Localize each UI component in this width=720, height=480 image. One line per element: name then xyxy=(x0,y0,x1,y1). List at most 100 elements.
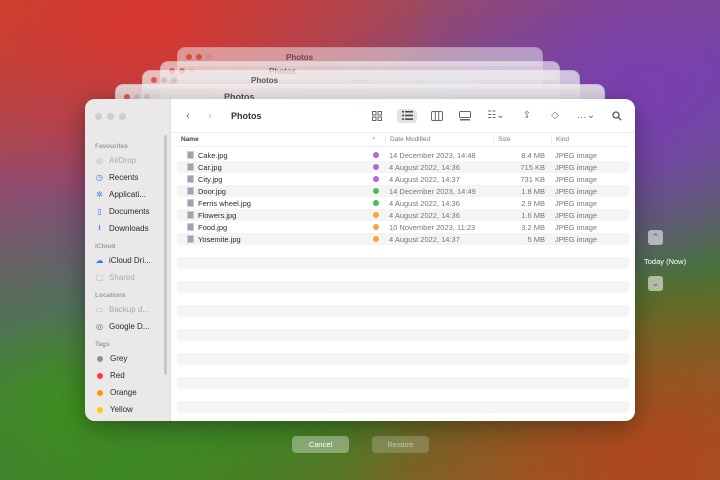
tag-color-dot xyxy=(373,152,379,158)
date-cell: 4 August 2022, 14:36 xyxy=(389,162,460,172)
sidebar-item-downloads[interactable]: ⭳ Downloads xyxy=(85,220,170,237)
zoom-button[interactable] xyxy=(119,113,126,120)
kind-cell: JPEG image xyxy=(555,222,598,232)
table-row[interactable]: Flowers.jpg 4 August 2022, 14:36 1.6 MB JPE… xyxy=(177,209,629,221)
sidebar-item-label: Red xyxy=(110,371,125,380)
date-cell: 14 December 2023, 14:48 xyxy=(389,150,476,160)
date-cell: 14 December 2023, 14:49 xyxy=(389,186,476,196)
tag-color-dot xyxy=(373,200,379,206)
date-cell: 4 August 2022, 14:37 xyxy=(389,234,460,244)
size-cell: 731 KB xyxy=(520,174,545,184)
file-name-cell: Car.jpg xyxy=(177,163,367,172)
search-icon[interactable] xyxy=(609,109,625,123)
sidebar-section-favourites: Favourites xyxy=(95,143,128,150)
sidebar-section-icloud: iCloud xyxy=(95,243,116,250)
empty-row xyxy=(177,257,629,269)
sidebar-section-tags: Tags xyxy=(95,341,110,348)
sidebar-item-tag-red[interactable]: Red xyxy=(85,367,170,384)
table-row[interactable]: Car.jpg 4 August 2022, 14:36 715 KB JPEG im… xyxy=(177,161,629,173)
column-header-size[interactable]: Size xyxy=(493,136,551,143)
document-icon: ▯ xyxy=(97,207,102,216)
table-row[interactable]: Ferris wheel.jpg 4 August 2022, 14:36 2.9 … xyxy=(177,197,629,209)
kind-cell: JPEG image xyxy=(555,198,598,208)
file-name-cell: Food.jpg xyxy=(177,223,367,232)
chevron-down-icon: ⌄ xyxy=(651,278,660,288)
sidebar-item-tag-orange[interactable]: Orange xyxy=(85,384,170,401)
table-row[interactable]: City.jpg 4 August 2022, 14:37 731 KB JPEG i… xyxy=(177,173,629,185)
image-thumbnail-icon xyxy=(187,187,194,195)
sidebar-item-label: Yellow xyxy=(110,405,133,414)
sidebar-item-applications[interactable]: ✲ Applicati... xyxy=(85,186,170,203)
tag-icon[interactable]: ◇ xyxy=(547,109,563,123)
sidebar: Favourites ◎ AirDrop ◷ Recents ✲ Applica… xyxy=(85,99,171,421)
airdrop-icon: ◎ xyxy=(96,156,103,165)
column-header-date[interactable]: Date Modified xyxy=(385,136,493,143)
toolbar: ‹ › Photos ☷⌄ ⇪ ◇ …⌄ xyxy=(171,99,635,133)
applications-icon: ✲ xyxy=(96,190,103,199)
tag-cell xyxy=(367,188,385,194)
sidebar-item-label: Applicati... xyxy=(109,190,146,199)
group-by-icon[interactable]: ☷⌄ xyxy=(485,109,507,123)
sidebar-scrollbar[interactable] xyxy=(164,135,167,375)
kind-cell: JPEG image xyxy=(555,162,598,172)
file-name-cell: Flowers.jpg xyxy=(177,211,367,220)
tag-color-dot xyxy=(373,224,379,230)
back-button[interactable]: ‹ xyxy=(181,110,195,122)
sidebar-item-label: Orange xyxy=(110,388,137,397)
table-row[interactable]: Door.jpg 14 December 2023, 14:49 1.8 MB JPE… xyxy=(177,185,629,197)
date-cell: 4 August 2022, 14:36 xyxy=(389,210,460,220)
tag-cell xyxy=(367,176,385,182)
empty-row xyxy=(177,329,629,341)
file-name-cell: Door.jpg xyxy=(177,187,367,196)
table-row[interactable]: Food.jpg 10 November 2023, 11:23 3.2 MB JPE… xyxy=(177,221,629,233)
list-view-icon[interactable] xyxy=(397,108,417,123)
column-view-icon[interactable] xyxy=(429,109,445,123)
window-controls xyxy=(85,107,170,137)
close-dot xyxy=(186,54,192,60)
restore-button[interactable]: Restore xyxy=(372,436,429,453)
sidebar-item-recents[interactable]: ◷ Recents xyxy=(85,169,170,186)
close-button[interactable] xyxy=(95,113,102,120)
sidebar-item-google-drive[interactable]: ◎ Google D... xyxy=(85,318,170,335)
sidebar-item-airdrop[interactable]: ◎ AirDrop xyxy=(85,152,170,169)
sidebar-item-backup-drive[interactable]: ▭ Backup d... xyxy=(85,301,170,318)
sidebar-item-label: Grey xyxy=(110,354,128,363)
image-thumbnail-icon xyxy=(187,175,194,183)
tag-color-dot xyxy=(97,372,103,379)
share-icon[interactable]: ⇪ xyxy=(519,109,535,123)
file-name-cell: Cake.jpg xyxy=(177,151,367,160)
tag-color-dot xyxy=(373,164,379,170)
forward-button[interactable]: › xyxy=(203,110,217,122)
sidebar-item-icloud-drive[interactable]: ☁ iCloud Dri... xyxy=(85,252,170,269)
sidebar-item-tag-yellow[interactable]: Yellow xyxy=(85,401,170,418)
column-header-kind[interactable]: Kind xyxy=(551,136,629,143)
empty-row xyxy=(177,365,629,377)
column-header-name[interactable]: Name xyxy=(177,136,367,143)
sidebar-item-label: Downloads xyxy=(109,224,149,233)
tag-cell xyxy=(367,212,385,218)
drive-icon: ▭ xyxy=(95,305,104,314)
sidebar-item-label: Google D... xyxy=(109,322,150,331)
size-cell: 1.8 MB xyxy=(521,186,545,196)
sidebar-item-documents[interactable]: ▯ Documents xyxy=(85,203,170,220)
icon-view-icon[interactable] xyxy=(369,109,385,123)
timeline-up-button[interactable]: ⌃ xyxy=(648,230,663,245)
empty-rows xyxy=(171,245,635,413)
sidebar-item-tag-grey[interactable]: Grey xyxy=(85,350,170,367)
file-name-cell: City.jpg xyxy=(177,175,367,184)
timeline-down-button[interactable]: ⌄ xyxy=(648,276,663,291)
timeline-label: Today (Now) xyxy=(644,257,687,266)
more-actions-icon[interactable]: …⌄ xyxy=(575,109,597,123)
size-cell: 8.4 MB xyxy=(521,150,545,160)
cancel-button[interactable]: Cancel xyxy=(292,436,349,453)
sidebar-item-shared[interactable]: ▢ Shared xyxy=(85,269,170,286)
empty-row xyxy=(177,245,629,257)
sort-chevron-icon[interactable]: ⌃ xyxy=(367,136,385,144)
empty-row xyxy=(177,269,629,281)
empty-row xyxy=(177,401,629,413)
gallery-view-icon[interactable] xyxy=(457,109,473,123)
table-row[interactable]: Yosemite.jpg 4 August 2022, 14:37 5 MB JPEG… xyxy=(177,233,629,245)
table-row[interactable]: Cake.jpg 14 December 2023, 14:48 8.4 MB JPE… xyxy=(177,149,629,161)
sidebar-item-label: Recents xyxy=(109,173,139,182)
minimize-button[interactable] xyxy=(107,113,114,120)
